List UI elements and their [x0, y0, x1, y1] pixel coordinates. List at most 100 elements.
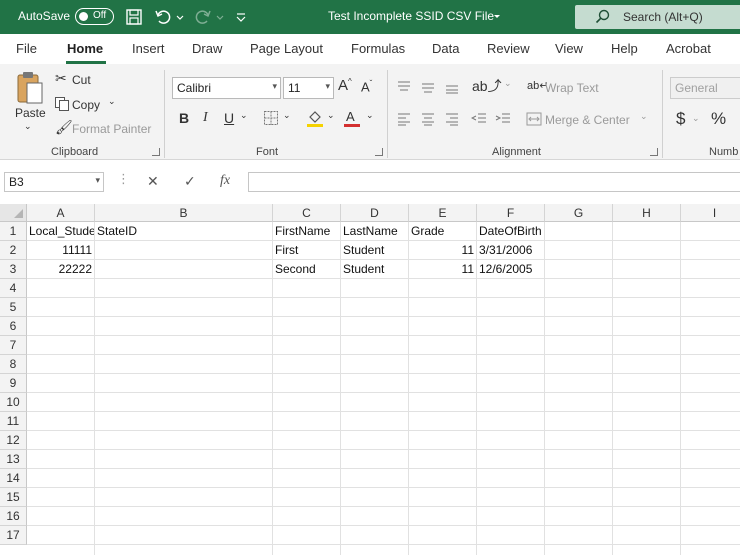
row-header[interactable]: 4 — [0, 279, 27, 298]
row-header[interactable]: 2 — [0, 241, 27, 260]
number-format-select[interactable]: General — [670, 77, 740, 99]
paste-icon[interactable] — [15, 70, 45, 108]
column-header-b[interactable]: B — [95, 204, 273, 222]
column-header-a[interactable]: A — [27, 204, 95, 222]
row-header[interactable]: 5 — [0, 298, 27, 317]
cell-b1[interactable]: StateID — [95, 222, 272, 241]
align-bottom-icon[interactable] — [444, 80, 460, 94]
format-painter-button[interactable]: Format Painter — [72, 122, 151, 136]
save-icon[interactable] — [125, 8, 143, 26]
cell-c1[interactable]: FirstName — [273, 222, 340, 241]
paste-dropdown-icon[interactable]: ⌄ — [24, 121, 32, 132]
customize-toolbar-icon[interactable] — [235, 8, 247, 26]
paste-button[interactable]: Paste — [15, 106, 46, 120]
tab-draw[interactable]: Draw — [192, 41, 222, 56]
underline-button[interactable]: U — [224, 110, 234, 126]
font-size-select[interactable]: 11 ▾ — [283, 77, 334, 99]
cell-d1[interactable]: LastName — [341, 222, 408, 241]
font-launcher-icon[interactable] — [375, 148, 383, 156]
borders-icon[interactable] — [263, 110, 279, 126]
align-right-icon[interactable] — [444, 112, 460, 126]
redo-icon[interactable] — [194, 8, 212, 26]
tab-review[interactable]: Review — [487, 41, 530, 56]
row-header[interactable]: 14 — [0, 469, 27, 488]
redo-dropdown-icon[interactable] — [215, 8, 225, 26]
row-header[interactable]: 1 — [0, 222, 27, 241]
cell-d3[interactable]: Student — [341, 260, 408, 279]
tab-help[interactable]: Help — [611, 41, 638, 56]
italic-button[interactable]: I — [203, 110, 208, 126]
title-dropdown-icon[interactable] — [492, 8, 502, 26]
tab-formulas[interactable]: Formulas — [351, 41, 405, 56]
row-header[interactable]: 7 — [0, 336, 27, 355]
format-painter-icon[interactable]: 🖌 — [55, 119, 73, 136]
cell-e3[interactable]: 11 — [409, 260, 476, 279]
cut-button[interactable]: Cut — [72, 73, 91, 87]
underline-dropdown-icon[interactable]: ⌄ — [240, 110, 248, 121]
decrease-indent-icon[interactable] — [471, 112, 487, 126]
scissors-icon[interactable]: ✂ — [55, 70, 67, 87]
tab-page-layout[interactable]: Page Layout — [250, 41, 323, 56]
row-header[interactable]: 6 — [0, 317, 27, 336]
row-header[interactable]: 17 — [0, 526, 27, 545]
fill-color-dropdown-icon[interactable]: ⌄ — [327, 110, 335, 121]
row-header[interactable]: 9 — [0, 374, 27, 393]
tab-view[interactable]: View — [555, 41, 583, 56]
column-header-g[interactable]: G — [545, 204, 613, 222]
row-header[interactable]: 11 — [0, 412, 27, 431]
align-top-icon[interactable] — [396, 80, 412, 94]
insert-function-button[interactable]: fx — [220, 173, 230, 189]
percent-icon[interactable]: % — [711, 109, 726, 129]
spreadsheet-grid[interactable]: A B C D E F G H I 1 2 3 4 5 6 7 8 9 10 1… — [0, 204, 740, 555]
merge-center-button[interactable]: Merge & Center — [545, 113, 630, 127]
column-header-i[interactable]: I — [681, 204, 740, 222]
name-box[interactable]: B3 ▾ — [4, 172, 104, 192]
increase-font-size-icon[interactable]: A^ — [338, 77, 352, 94]
align-center-icon[interactable] — [420, 112, 436, 126]
borders-dropdown-icon[interactable]: ⌄ — [283, 110, 291, 121]
merge-center-icon[interactable] — [526, 112, 542, 126]
wrap-text-button[interactable]: Wrap Text — [545, 81, 599, 95]
font-color-dropdown-icon[interactable]: ⌄ — [366, 110, 374, 121]
row-header[interactable]: 3 — [0, 260, 27, 279]
row-header[interactable]: 16 — [0, 507, 27, 526]
orientation-dropdown-icon[interactable]: ⌄ — [504, 78, 512, 89]
undo-icon[interactable] — [154, 8, 172, 26]
row-header[interactable]: 15 — [0, 488, 27, 507]
cell-a2[interactable]: 11111 — [27, 241, 94, 260]
undo-dropdown-icon[interactable] — [175, 8, 185, 26]
cell-e1[interactable]: Grade — [409, 222, 476, 241]
cell-c2[interactable]: First — [273, 241, 340, 260]
cell-c3[interactable]: Second — [273, 260, 340, 279]
alignment-launcher-icon[interactable] — [650, 148, 658, 156]
fill-color-icon[interactable] — [306, 108, 324, 128]
row-header[interactable]: 10 — [0, 393, 27, 412]
formula-input[interactable] — [248, 172, 740, 192]
tab-data[interactable]: Data — [432, 41, 459, 56]
currency-icon[interactable]: $ — [676, 109, 685, 129]
column-header-e[interactable]: E — [409, 204, 477, 222]
align-left-icon[interactable] — [396, 112, 412, 126]
autosave-toggle[interactable]: Off — [75, 8, 114, 25]
copy-icon[interactable] — [54, 96, 70, 112]
tab-insert[interactable]: Insert — [132, 41, 165, 56]
cell-a1[interactable]: Local_Stude — [27, 222, 94, 241]
column-header-c[interactable]: C — [273, 204, 341, 222]
currency-dropdown-icon[interactable]: ⌄ — [692, 113, 700, 124]
orientation-icon[interactable]: ab⤴ — [472, 76, 502, 96]
font-name-select[interactable]: Calibri ▾ — [172, 77, 281, 99]
row-header[interactable]: 8 — [0, 355, 27, 374]
search-box[interactable]: Search (Alt+Q) — [575, 5, 740, 29]
tab-home[interactable]: Home — [67, 41, 103, 56]
cell-f1[interactable]: DateOfBirth — [477, 222, 544, 241]
column-header-h[interactable]: H — [613, 204, 681, 222]
tab-acrobat[interactable]: Acrobat — [666, 41, 711, 56]
cancel-entry-icon[interactable]: ✕ — [147, 173, 159, 190]
bold-button[interactable]: B — [179, 110, 189, 126]
copy-button[interactable]: Copy — [72, 98, 100, 112]
clipboard-launcher-icon[interactable] — [152, 148, 160, 156]
cell-d2[interactable]: Student — [341, 241, 408, 260]
tab-file[interactable]: File — [16, 41, 37, 56]
row-header[interactable]: 12 — [0, 431, 27, 450]
select-all-button[interactable] — [0, 204, 27, 222]
